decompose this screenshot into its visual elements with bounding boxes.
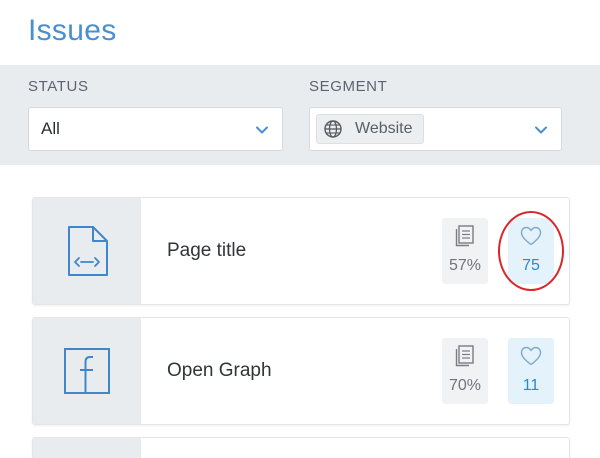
status-select-value: All	[41, 119, 60, 138]
issue-card-page-title[interactable]: Page title 57% 75	[32, 197, 570, 305]
segment-select-value: Website	[355, 120, 413, 137]
likes-value: 11	[522, 377, 540, 394]
segment-filter: SEGMENT Website	[309, 77, 562, 151]
issue-title: Open Graph	[167, 360, 272, 381]
status-select[interactable]: All	[28, 107, 283, 151]
issue-icon-box	[33, 318, 141, 424]
issue-icon-box	[33, 438, 141, 458]
heart-icon	[520, 346, 542, 366]
issue-icon-box	[33, 198, 141, 304]
issue-card-open-graph[interactable]: Open Graph 70% 11	[32, 317, 570, 425]
pages-percent-value: 57%	[448, 257, 482, 274]
document-stack-icon	[455, 345, 474, 367]
chevron-down-icon	[256, 126, 268, 134]
code-file-icon	[68, 226, 108, 276]
pages-percent-metric[interactable]: 57%	[442, 218, 488, 284]
status-filter: STATUS All	[28, 77, 283, 151]
issue-card-partial[interactable]	[32, 437, 570, 458]
filter-bar: STATUS All SEGMENT Website	[0, 65, 600, 165]
segment-chip: Website	[316, 114, 424, 144]
facebook-icon	[64, 348, 110, 394]
chevron-down-icon	[535, 126, 547, 134]
heart-icon	[520, 226, 542, 246]
status-label: STATUS	[28, 78, 89, 95]
pages-percent-value: 70%	[448, 377, 482, 394]
segment-select[interactable]: Website	[309, 107, 562, 151]
pages-percent-metric[interactable]: 70%	[442, 338, 488, 404]
page-title: Issues	[28, 14, 117, 47]
globe-icon	[324, 120, 342, 138]
likes-value: 75	[522, 257, 540, 274]
segment-label: SEGMENT	[309, 78, 388, 95]
likes-metric[interactable]: 75	[508, 218, 554, 284]
document-stack-icon	[455, 225, 474, 247]
likes-metric[interactable]: 11	[508, 338, 554, 404]
issue-title: Page title	[167, 240, 247, 261]
